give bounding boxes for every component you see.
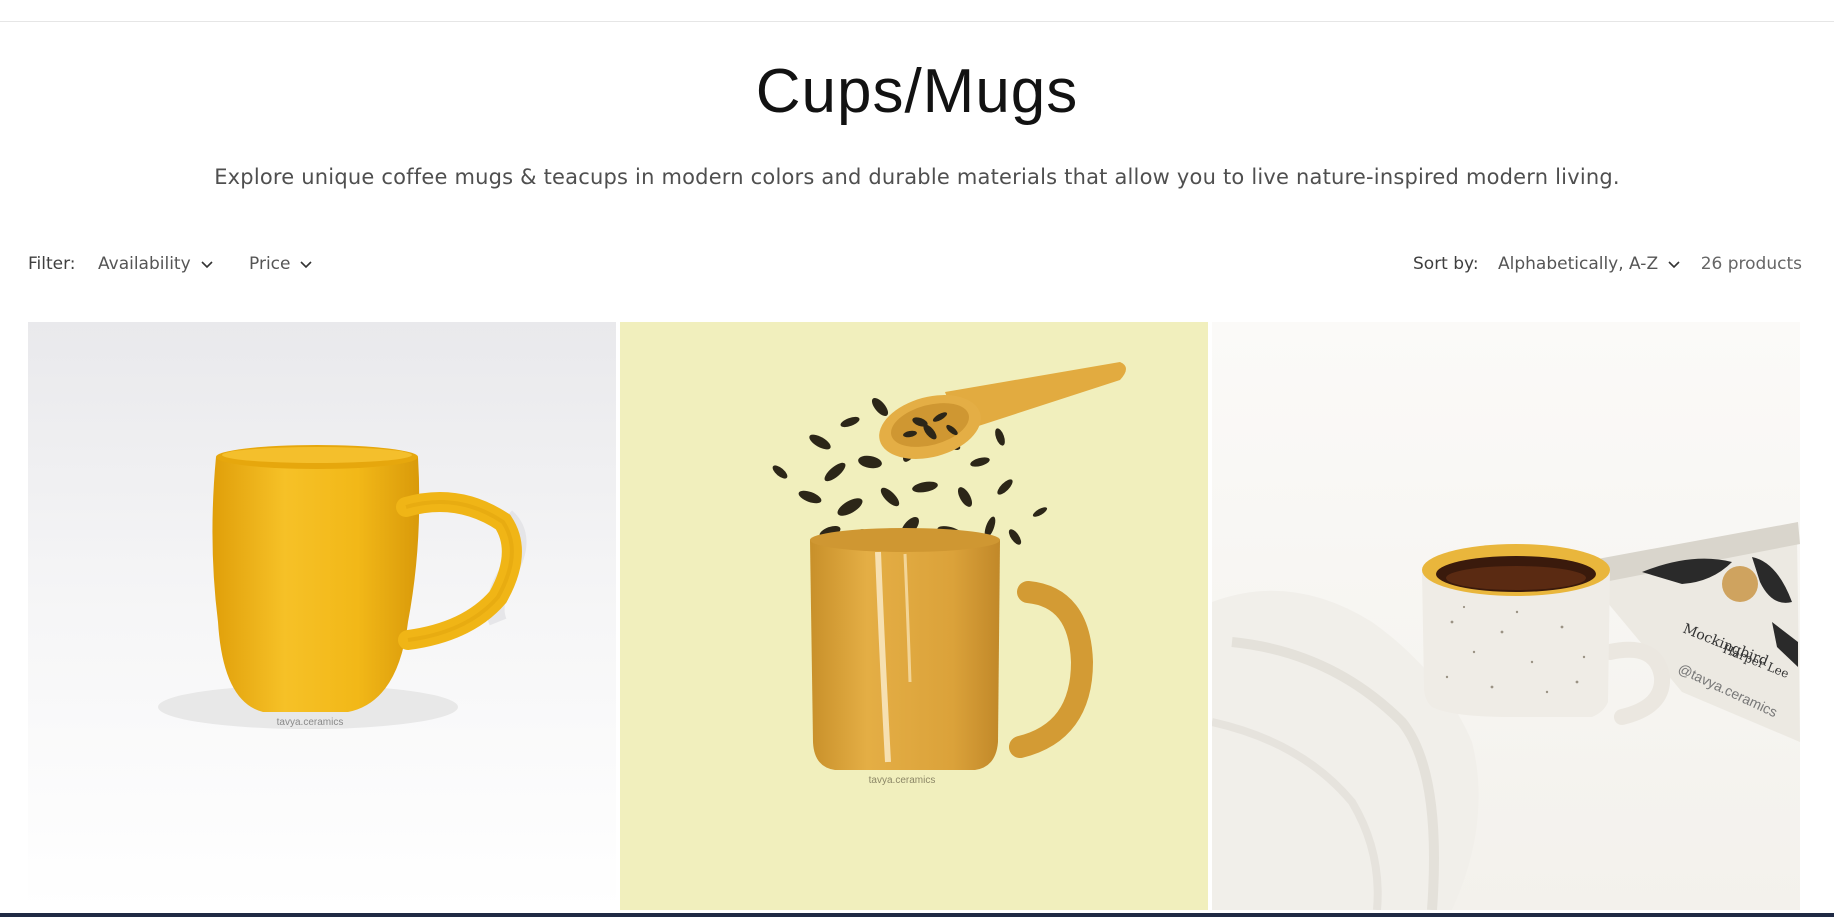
product-card[interactable]: Mockingbird Harper Lee @tavya.ceramics <box>1212 322 1800 910</box>
chevron-down-icon <box>201 261 213 269</box>
watermark-text: tavya.ceramics <box>277 717 344 728</box>
sort-by-select[interactable]: Alphabetically, A-Z <box>1498 250 1682 278</box>
speckled-cup-with-tea-image: Mockingbird Harper Lee @tavya.ceramics <box>1212 322 1800 910</box>
header-divider <box>0 21 1834 22</box>
chevron-down-icon <box>300 261 313 269</box>
availability-filter-label: Availability <box>98 254 191 274</box>
footer-bar <box>0 913 1834 917</box>
availability-filter-toggle[interactable]: Availability <box>98 250 215 278</box>
product-grid: tavya.ceramics tavya.ceramics Mockingbir… <box>28 322 1802 910</box>
yellow-mug-image: tavya.ceramics <box>28 322 616 910</box>
watermark-text: tavya.ceramics <box>869 775 936 786</box>
collection-title: Cups/Mugs <box>755 57 1079 126</box>
product-card[interactable]: tavya.ceramics <box>28 322 616 910</box>
price-filter-toggle[interactable]: Price <box>249 250 314 278</box>
collection-description: Explore unique coffee mugs & teacups in … <box>214 165 1620 189</box>
facets-toolbar: Filter: Availability Price Sort by: Alph… <box>28 250 1802 278</box>
filter-label: Filter: <box>28 254 76 274</box>
sort-by-label: Sort by: <box>1413 254 1479 274</box>
price-filter-label: Price <box>249 254 291 274</box>
mustard-mug-tea-leaves-image: tavya.ceramics <box>620 322 1208 910</box>
sort-selected-value: Alphabetically, A-Z <box>1498 254 1659 274</box>
chevron-down-icon <box>1668 261 1680 269</box>
product-count: 26 products <box>1700 254 1802 274</box>
product-card[interactable]: tavya.ceramics <box>620 322 1208 910</box>
